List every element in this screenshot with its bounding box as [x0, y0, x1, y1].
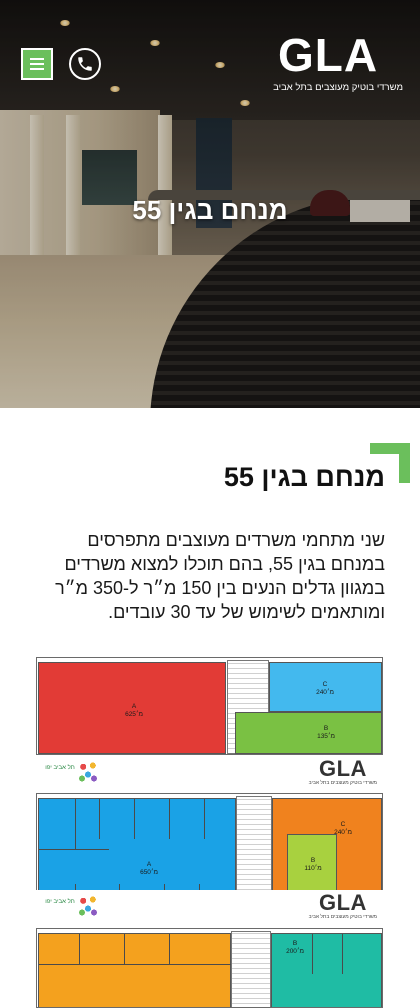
logo-tagline: משרדי בוטיק מעוצבים בתל אביב — [273, 82, 403, 93]
hamburger-icon — [30, 68, 44, 70]
floor-plans-image: A 625מ׳ C 240מ׳ B 135מ׳ תל אביב יפו GLA משר… — [36, 657, 383, 1008]
gla-logo[interactable]: GLA משרדי בוטיק מעוצבים בתל אביב — [273, 29, 403, 97]
city-seal: תל אביב יפו — [40, 893, 100, 921]
logo-mark: GLA — [278, 29, 379, 81]
city-seal: תל אביב יפו — [40, 759, 100, 787]
hamburger-icon — [30, 58, 44, 60]
plan-logo-tagline: משרדי בוטיק מעוצבים בתל אביב — [308, 780, 377, 786]
room-a — [38, 933, 232, 1007]
menu-button[interactable] — [21, 48, 53, 80]
room-c: C 240מ׳ — [269, 662, 382, 712]
hero-title: מנחם בגין 55 — [132, 195, 288, 225]
hamburger-icon — [30, 63, 44, 65]
phone-button[interactable] — [69, 48, 101, 80]
floor-plan: B 200מ׳ — [36, 928, 383, 1008]
phone-icon — [78, 57, 92, 71]
plan-banner: תל אביב יפו GLA משרדי בוטיק מעוצבים בתל … — [36, 890, 383, 924]
section-title: מנחם בגין 55 — [223, 462, 385, 492]
floor-plan: A 625מ׳ C 240מ׳ B 135מ׳ — [36, 657, 383, 755]
room-a: A 625מ׳ — [38, 662, 226, 754]
room-b: B 135מ׳ — [235, 712, 382, 754]
section-description: שני מתחמי משרדים מעוצבים מתפרסים במנחם ב… — [55, 530, 385, 622]
plan-logo: GLA — [319, 756, 367, 781]
room-b: B 110מ׳ — [287, 834, 337, 894]
building-core — [231, 931, 271, 1007]
hero-banner: GLA משרדי בוטיק מעוצבים בתל אביב מנחם בג… — [0, 0, 420, 408]
plan-logo-tagline: משרדי בוטיק מעוצבים בתל אביב — [308, 914, 377, 920]
plan-logo: GLA — [319, 890, 367, 915]
room-b: B 200מ׳ — [271, 933, 382, 1007]
plan-banner: תל אביב יפו GLA משרדי בוטיק מעוצבים בתל … — [36, 756, 383, 790]
